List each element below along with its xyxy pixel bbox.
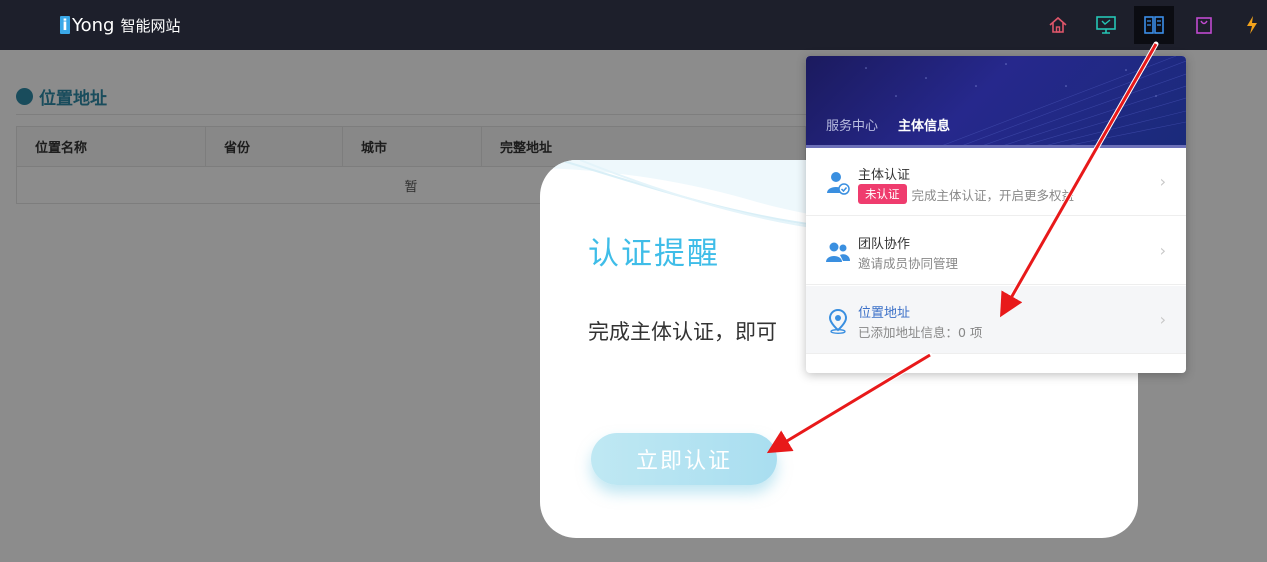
logo-text: Yong bbox=[72, 14, 115, 36]
verify-now-button[interactable]: 立即认证 bbox=[591, 433, 777, 485]
nav-bag-button[interactable] bbox=[1184, 6, 1224, 44]
menu-item-entity-verification[interactable]: 主体认证 未认证 完成主体认证，开启更多权益 › bbox=[806, 148, 1186, 216]
monitor-icon bbox=[1096, 16, 1116, 34]
home-icon bbox=[1049, 16, 1067, 33]
dropdown-tabs: 服务中心 主体信息 bbox=[826, 115, 950, 134]
menu-item-title: 位置地址 bbox=[858, 306, 911, 321]
modal-title: 认证提醒 bbox=[588, 236, 720, 272]
menu-item-subtitle: 未认证 完成主体认证，开启更多权益 bbox=[858, 184, 1074, 204]
nav-monitor-button[interactable] bbox=[1086, 6, 1126, 44]
header-pattern bbox=[865, 56, 1186, 148]
lightning-icon bbox=[1247, 16, 1257, 34]
profile-dropdown: 服务中心 主体信息 主体认证 未认证 完成主体认证，开启更多权益 › 团队协作 … bbox=[806, 56, 1186, 373]
chevron-right-icon: › bbox=[1159, 241, 1166, 260]
location-pin-icon bbox=[828, 308, 848, 334]
menu-item-location-address[interactable]: 位置地址 已添加地址信息：0 项 › bbox=[806, 286, 1186, 354]
book-icon bbox=[1144, 16, 1164, 34]
user-verify-icon bbox=[827, 172, 850, 195]
tab-service-center[interactable]: 服务中心 bbox=[826, 115, 878, 134]
dropdown-header: 服务中心 主体信息 bbox=[806, 56, 1186, 148]
logo-mark: i bbox=[60, 16, 70, 34]
tab-entity-info[interactable]: 主体信息 bbox=[898, 115, 950, 134]
nav-book-button[interactable] bbox=[1134, 6, 1174, 44]
unverified-badge: 未认证 bbox=[858, 184, 907, 204]
top-navbar: i Yong 智能网站 bbox=[0, 0, 1267, 50]
bag-icon bbox=[1196, 17, 1212, 34]
menu-item-team-collaboration[interactable]: 团队协作 邀请成员协同管理 › bbox=[806, 217, 1186, 285]
team-icon bbox=[826, 242, 850, 262]
site-logo[interactable]: i Yong 智能网站 bbox=[60, 13, 180, 37]
menu-item-title: 团队协作 bbox=[858, 237, 911, 252]
nav-lightning-button[interactable] bbox=[1232, 6, 1267, 44]
menu-item-title: 主体认证 bbox=[858, 168, 911, 183]
nav-home-button[interactable] bbox=[1038, 6, 1078, 44]
modal-message: 完成主体认证，即可 bbox=[588, 320, 777, 344]
chevron-right-icon: › bbox=[1159, 310, 1166, 329]
menu-item-subtitle: 邀请成员协同管理 bbox=[858, 256, 959, 271]
chevron-right-icon: › bbox=[1159, 172, 1166, 191]
menu-item-subtitle: 已添加地址信息：0 项 bbox=[858, 325, 983, 340]
logo-subtitle: 智能网站 bbox=[120, 16, 181, 35]
menu-item-subtitle-text: 完成主体认证，开启更多权益 bbox=[911, 187, 1075, 203]
